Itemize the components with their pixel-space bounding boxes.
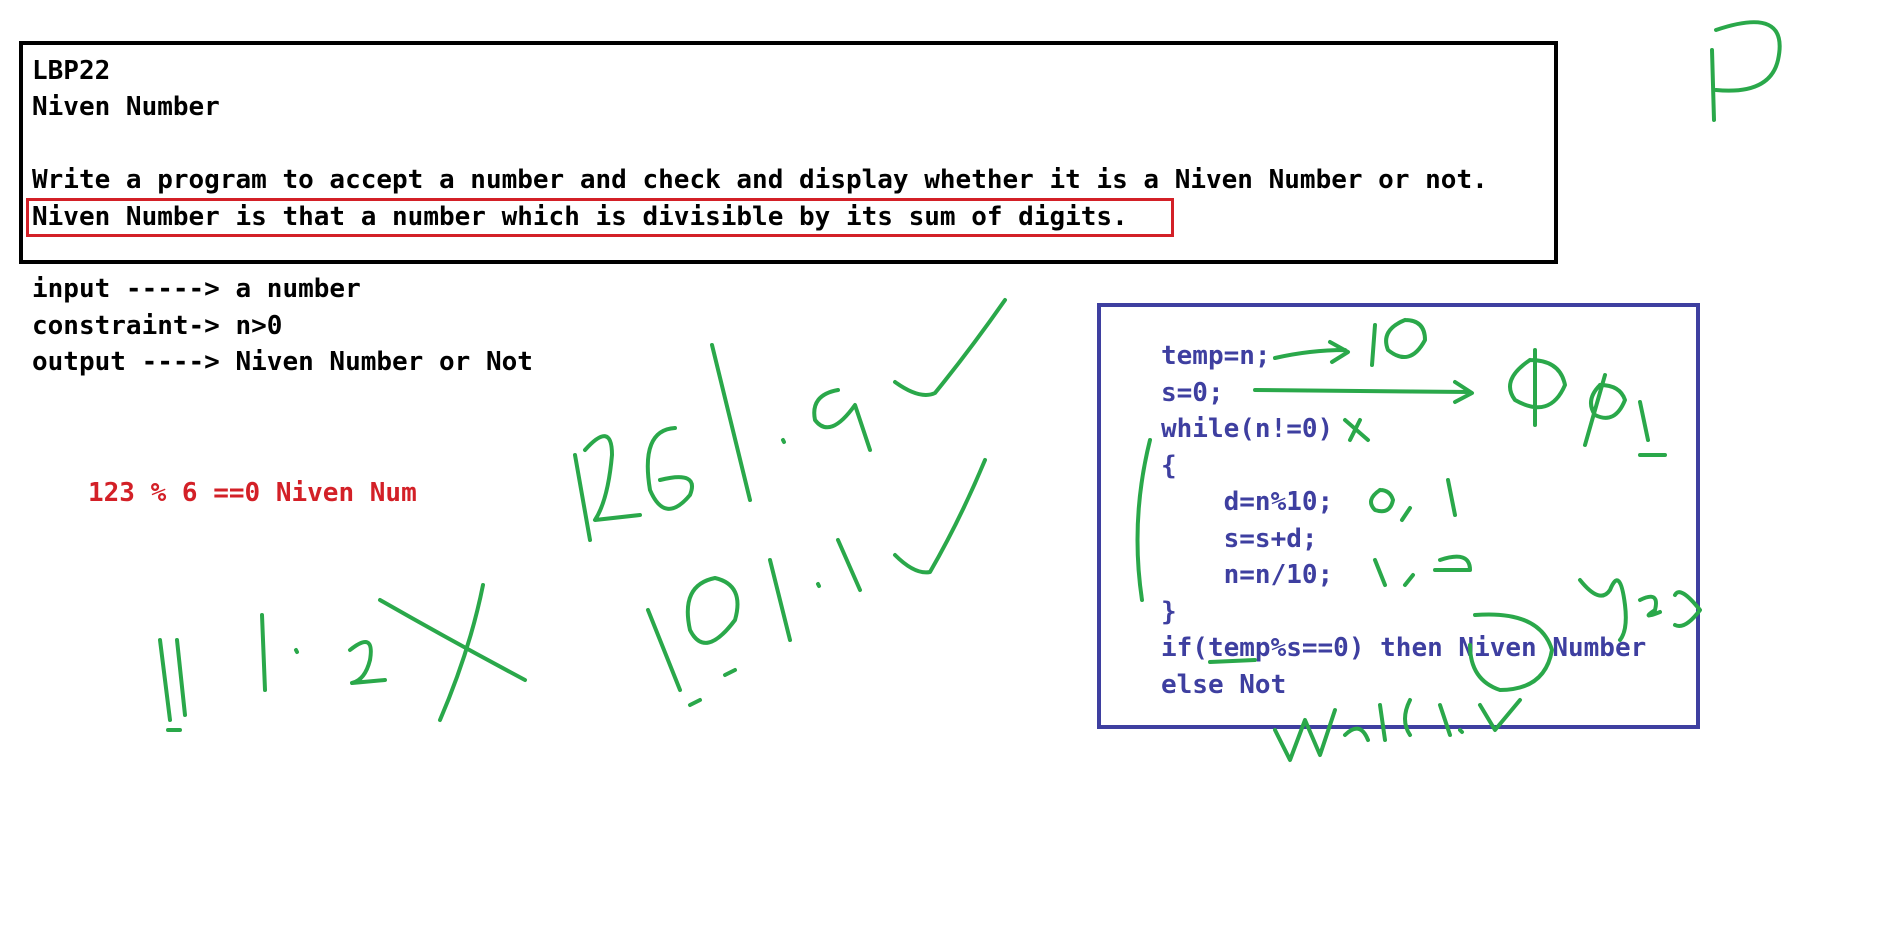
code-line: else Not (1161, 670, 1287, 700)
problem-title: Niven Number (32, 92, 220, 122)
code-line: d=n%10; (1161, 487, 1334, 517)
ink-scribble (646, 458, 987, 707)
ink-scribble (573, 298, 1007, 542)
ink-scribble (158, 583, 527, 732)
problem-statement: Write a program to accept a number and c… (32, 165, 1488, 195)
spec-output: output ----> Niven Number or Not (32, 347, 533, 377)
spec-constraint: constraint-> n>0 (32, 311, 283, 341)
code-line: s=s+d; (1161, 524, 1318, 554)
problem-code: LBP22 (32, 56, 111, 86)
example-note: 123 % 6 ==0 Niven Num (88, 478, 417, 508)
code-line: if(temp%s==0) then Niven Number (1161, 633, 1647, 663)
code-line: while(n!=0) (1161, 414, 1334, 444)
code-line: temp=n; (1161, 341, 1271, 371)
code-line: { (1161, 451, 1177, 481)
ink-scribble (1710, 20, 1782, 122)
code-line: s=0; (1161, 378, 1224, 408)
spec-input: input -----> a number (32, 274, 361, 304)
code-line: } (1161, 597, 1177, 627)
niven-definition: Niven Number is that a number which is d… (32, 202, 1128, 232)
code-line: n=n/10; (1161, 560, 1334, 590)
